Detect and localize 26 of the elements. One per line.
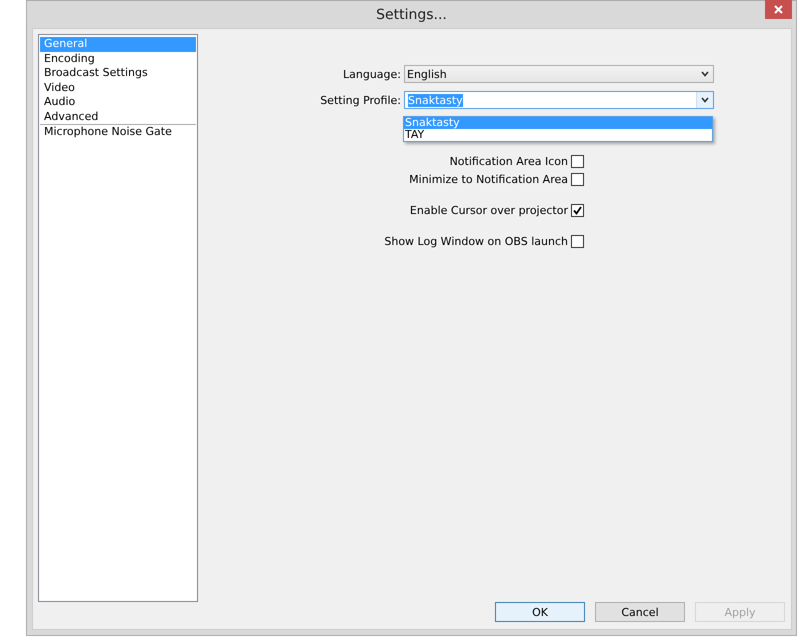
dropdown-option[interactable]: TAY <box>404 129 712 141</box>
checkbox-label: Minimize to Notification Area <box>409 173 568 186</box>
sidebar-item[interactable]: Audio <box>40 95 196 110</box>
check-icon <box>573 206 582 215</box>
close-icon <box>774 5 783 14</box>
checkbox-label: Show Log Window on OBS launch <box>384 235 568 248</box>
close-button[interactable] <box>765 0 792 19</box>
checkbox[interactable] <box>571 235 584 248</box>
language-label: Language: <box>343 68 401 80</box>
dialog-button[interactable]: OK <box>495 602 585 622</box>
window-title: Settings... <box>376 6 447 22</box>
profile-label: Setting Profile: <box>320 94 401 106</box>
language-dropdown[interactable]: English <box>404 65 714 83</box>
caret-icon <box>701 71 709 77</box>
checkbox[interactable] <box>571 155 584 168</box>
checkbox-label: Enable Cursor over projector <box>410 204 568 217</box>
sidebar-item[interactable]: Microphone Noise Gate <box>40 125 196 140</box>
checkbox-label: Notification Area Icon <box>450 155 568 168</box>
checkbox[interactable] <box>571 204 584 217</box>
checkbox[interactable] <box>571 173 584 186</box>
sidebar-item[interactable]: Video <box>40 80 196 95</box>
sidebar-item[interactable]: Advanced <box>40 110 196 124</box>
sidebar-item[interactable]: Encoding <box>40 52 196 66</box>
dialog-button[interactable]: Cancel <box>595 602 685 622</box>
caret-icon <box>701 97 709 103</box>
sidebar-item[interactable]: Broadcast Settings <box>40 66 196 80</box>
